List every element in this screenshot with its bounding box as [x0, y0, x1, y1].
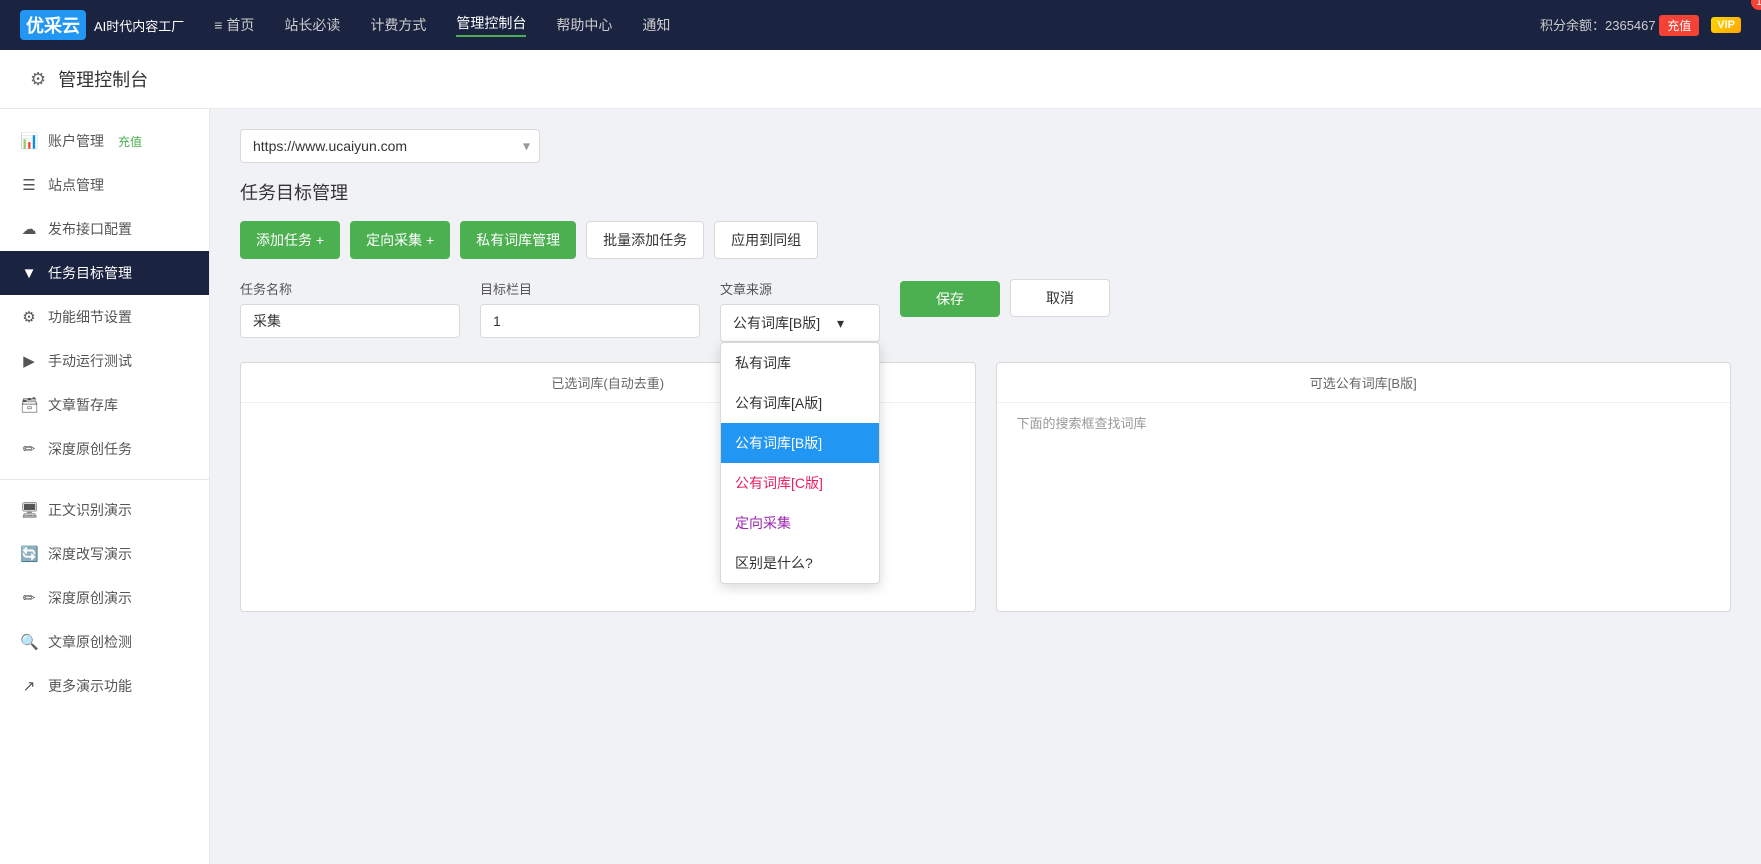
sidebar-item-sites[interactable]: ☰ 站点管理 [0, 163, 209, 207]
target-column-label: 目标栏目 [480, 279, 700, 298]
nav-notification[interactable]: 通知 1 [642, 15, 670, 35]
source-group: 文章来源 公有词库[B版] ▾ 私有词库 公有词库[A版] 公有词库[B版] 公… [720, 279, 880, 342]
task-name-label: 任务名称 [240, 279, 460, 298]
source-arrow-icon: ▾ [837, 315, 844, 332]
library-section: 已选词库(自动去重) 可选公有词库[B版] 下面的搜索框查找词库 [240, 362, 1731, 612]
library-note: 下面的搜索框查找词库 [1007, 406, 1157, 441]
target-column-input[interactable] [480, 304, 700, 338]
check-icon: 🔍 [20, 633, 38, 651]
original-demo-icon: ✏ [20, 589, 38, 607]
settings-icon-sidebar: ⚙ [20, 308, 38, 326]
publish-icon: ☁ [20, 220, 38, 238]
sidebar-divider [0, 479, 209, 480]
nav-help[interactable]: 帮助中心 [556, 15, 612, 35]
batch-add-button[interactable]: 批量添加任务 [586, 221, 704, 259]
source-selected-text: 公有词库[B版] [733, 313, 820, 333]
points-display: 积分余额：2365467 充值 [1540, 15, 1699, 36]
nav-right: 积分余额：2365467 充值 VIP [1540, 15, 1741, 36]
apply-to-group-button[interactable]: 应用到同组 [714, 221, 818, 259]
sidebar-item-publish[interactable]: ☁ 发布接口配置 [0, 207, 209, 251]
nav-dashboard[interactable]: 管理控制台 [456, 13, 526, 37]
available-library-panel: 可选公有词库[B版] 下面的搜索框查找词库 [996, 362, 1732, 612]
sidebar-item-draft[interactable]: 🗃 文章暂存库 [0, 383, 209, 427]
cancel-button[interactable]: 取消 [1010, 279, 1110, 317]
add-task-button[interactable]: 添加任务 + [240, 221, 340, 259]
nav-reading[interactable]: 站长必读 [284, 15, 340, 35]
rewrite-icon: 🔄 [20, 545, 38, 563]
source-label: 文章来源 [720, 279, 880, 298]
dropdown-directed[interactable]: 定向采集 [721, 503, 879, 543]
original-icon: ✏ [20, 440, 38, 458]
site-select[interactable]: https://www.ucaiyun.com [240, 129, 540, 163]
sidebar-item-check[interactable]: 🔍 文章原创检测 [0, 620, 209, 664]
sidebar-item-deep-original[interactable]: ✏ 深度原创任务 [0, 427, 209, 471]
sidebar-item-more-demos[interactable]: ↗ 更多演示功能 [0, 664, 209, 708]
dropdown-public-a[interactable]: 公有词库[A版] [721, 383, 879, 423]
main-layout: 📊 账户管理 充值 ☰ 站点管理 ☁ 发布接口配置 ▼ 任务目标管理 ⚙ 功能细… [0, 109, 1761, 864]
dropdown-private[interactable]: 私有词库 [721, 343, 879, 383]
sidebar-item-account[interactable]: 📊 账户管理 充值 [0, 119, 209, 163]
page-header: ⚙ 管理控制台 [0, 50, 1761, 109]
nav-home[interactable]: ≡ 首页 [214, 15, 254, 35]
logo-box: 优采云 [20, 10, 86, 40]
directed-collect-button[interactable]: 定向采集 + [350, 221, 450, 259]
task-name-input[interactable] [240, 304, 460, 338]
page-title: 管理控制台 [58, 66, 148, 92]
notification-badge: 1 [1751, 0, 1761, 10]
task-name-group: 任务名称 [240, 279, 460, 338]
target-column-group: 目标栏目 [480, 279, 700, 338]
available-library-header: 可选公有词库[B版] [997, 363, 1731, 403]
recharge-button[interactable]: 充值 [1659, 15, 1699, 36]
nav-items: ≡ 首页 站长必读 计费方式 管理控制台 帮助中心 通知 1 [214, 13, 1540, 37]
available-library-content: 下面的搜索框查找词库 [997, 403, 1731, 603]
private-library-button[interactable]: 私有词库管理 [460, 221, 576, 259]
main-content: https://www.ucaiyun.com ▾ 任务目标管理 添加任务 + … [210, 109, 1761, 864]
source-dropdown: 私有词库 公有词库[A版] 公有词库[B版] 公有词库[C版] 定向采集 区别是… [720, 342, 880, 584]
source-select-button[interactable]: 公有词库[B版] ▾ [720, 304, 880, 342]
form-row: 任务名称 目标栏目 文章来源 公有词库[B版] ▾ 私有词库 公有词库[A [240, 279, 1731, 342]
save-button[interactable]: 保存 [900, 281, 1000, 317]
sidebar-item-manual-run[interactable]: ▶ 手动运行测试 [0, 339, 209, 383]
sidebar-item-tasks[interactable]: ▼ 任务目标管理 [0, 251, 209, 295]
logo-area: 优采云 AI时代内容工厂 [20, 10, 184, 40]
form-actions: 保存 取消 [900, 279, 1110, 317]
sites-icon: ☰ [20, 176, 38, 194]
sidebar: 📊 账户管理 充值 ☰ 站点管理 ☁ 发布接口配置 ▼ 任务目标管理 ⚙ 功能细… [0, 109, 210, 864]
nav-pricing[interactable]: 计费方式 [370, 15, 426, 35]
top-nav: 优采云 AI时代内容工厂 ≡ 首页 站长必读 计费方式 管理控制台 帮助中心 通… [0, 0, 1761, 50]
section-title: 任务目标管理 [240, 179, 1731, 205]
logo-tagline: AI时代内容工厂 [94, 16, 184, 35]
sidebar-item-original-demo[interactable]: ✏ 深度原创演示 [0, 576, 209, 620]
sidebar-item-text-demo[interactable]: 🖥 正文识别演示 [0, 488, 209, 532]
dropdown-public-c[interactable]: 公有词库[C版] [721, 463, 879, 503]
vip-badge: VIP [1711, 17, 1741, 33]
dropdown-diff[interactable]: 区别是什么? [721, 543, 879, 583]
settings-icon: ⚙ [30, 69, 46, 90]
site-selector-container: https://www.ucaiyun.com ▾ [240, 129, 540, 163]
toolbar: 添加任务 + 定向采集 + 私有词库管理 批量添加任务 应用到同组 [240, 221, 1731, 259]
draft-icon: 🗃 [20, 396, 38, 414]
sidebar-item-settings[interactable]: ⚙ 功能细节设置 [0, 295, 209, 339]
dropdown-public-b[interactable]: 公有词库[B版] [721, 423, 879, 463]
run-icon: ▶ [20, 352, 38, 370]
sidebar-recharge-link[interactable]: 充值 [118, 133, 142, 150]
more-icon: ↗ [20, 677, 38, 695]
tasks-icon: ▼ [20, 265, 38, 282]
sidebar-item-rewrite-demo[interactable]: 🔄 深度改写演示 [0, 532, 209, 576]
text-demo-icon: 🖥 [20, 501, 38, 519]
account-icon: 📊 [20, 132, 38, 150]
site-select-wrap: https://www.ucaiyun.com ▾ [240, 129, 1731, 163]
